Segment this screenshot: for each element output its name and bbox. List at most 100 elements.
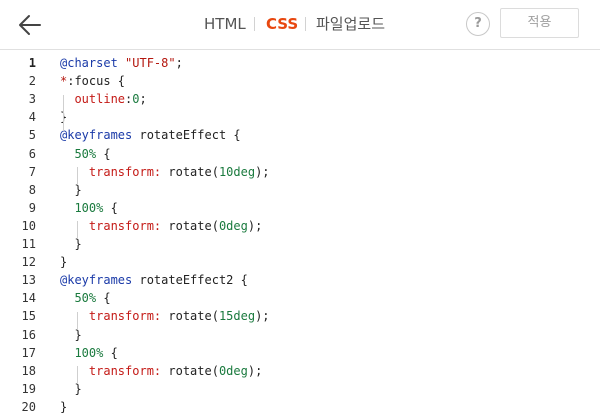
code-token: rotateEffect {: [132, 128, 241, 143]
code-line[interactable]: 15 transform: rotate(15deg);: [0, 307, 600, 325]
back-arrow-icon: [19, 15, 41, 35]
code-token: 0: [132, 92, 140, 107]
code-token: );: [255, 309, 270, 324]
code-token: }: [60, 237, 82, 251]
line-number: 18: [21, 363, 36, 378]
code-text: }: [60, 235, 82, 253]
line-number: 9: [28, 200, 36, 215]
code-line[interactable]: 14 50% {: [0, 289, 600, 307]
code-text: @charset "UTF-8";: [60, 54, 183, 72]
code-line[interactable]: 4}: [0, 108, 600, 126]
code-line[interactable]: 3 outline:0;: [0, 90, 600, 108]
code-text: @keyframes rotateEffect {: [60, 126, 241, 144]
code-line[interactable]: 6 50% {: [0, 145, 600, 163]
code-token: @keyframes: [60, 128, 133, 143]
code-token: transform:: [88, 164, 162, 179]
code-line[interactable]: 2 *:focus {: [0, 72, 600, 90]
code-text: transform: rotate(10deg);: [60, 163, 270, 181]
code-text: 50% {: [60, 145, 111, 163]
code-token: 100%: [74, 200, 104, 215]
tab-html[interactable]: HTML: [204, 15, 246, 33]
back-button[interactable]: [16, 9, 48, 41]
code-text: transform: rotate(0deg);: [60, 362, 262, 380]
code-token: {: [96, 146, 111, 161]
line-number: 2: [28, 74, 36, 89]
code-line[interactable]: 19 }: [0, 380, 600, 398]
code-line[interactable]: 11 }: [0, 235, 600, 253]
code-token: @keyframes: [60, 273, 133, 288]
code-token: transform:: [88, 218, 162, 233]
code-token: 10deg: [218, 164, 256, 179]
code-line[interactable]: 18 transform: rotate(0deg);: [0, 362, 600, 380]
code-line[interactable]: 16 }: [0, 326, 600, 344]
line-number: 1: [28, 56, 36, 70]
code-token: }: [60, 327, 82, 342]
code-text: transform: rotate(15deg);: [60, 307, 270, 325]
apply-button[interactable]: 적용: [500, 8, 579, 38]
code-token: transform:: [88, 363, 162, 378]
help-button[interactable]: ?: [466, 12, 490, 36]
code-token: {: [103, 200, 118, 215]
line-number: 14: [21, 291, 36, 306]
line-number: 13: [21, 273, 36, 288]
indent-guide: [77, 221, 78, 239]
indent-guide: [77, 312, 78, 330]
css-code-editor[interactable]: 1 @charset "UTF-8"; 2 *:focus {3 outline:0;…: [0, 50, 600, 418]
line-number: 16: [21, 327, 36, 342]
code-line[interactable]: 17 100% {: [0, 344, 600, 362]
code-line[interactable]: 8 }: [0, 181, 600, 199]
code-text: }: [60, 398, 67, 416]
line-number: 3: [28, 92, 36, 107]
editor-toolbar: HTML CSS 파일업로드 ? 적용: [0, 0, 600, 50]
code-text: *:focus {: [60, 72, 125, 90]
line-number: 12: [21, 255, 36, 270]
line-number: 5: [28, 128, 36, 143]
code-token: }: [60, 399, 68, 414]
tab-file-upload[interactable]: 파일업로드: [316, 15, 385, 33]
line-number: 17: [21, 345, 36, 360]
code-token: outline: [74, 92, 126, 107]
code-text: 100% {: [60, 344, 117, 362]
code-token: );: [247, 363, 263, 378]
code-token: :focus {: [67, 74, 126, 89]
code-token: 0deg: [218, 218, 248, 233]
tab-divider: [254, 17, 255, 31]
code-text: }: [60, 181, 81, 199]
code-text: @keyframes rotateEffect2 {: [60, 271, 248, 289]
code-token: 100%: [74, 345, 104, 360]
code-token: 15deg: [218, 309, 256, 324]
code-token: "UTF-8": [125, 56, 176, 70]
code-text: 100% {: [60, 199, 118, 217]
code-text: }: [60, 326, 82, 344]
line-number: 11: [21, 237, 36, 251]
code-line[interactable]: 12}: [0, 253, 600, 271]
code-token: ;: [175, 56, 183, 70]
code-token: }: [60, 381, 82, 396]
code-line[interactable]: 5 @keyframes rotateEffect {: [0, 126, 600, 144]
code-line[interactable]: 1 @charset "UTF-8";: [0, 54, 600, 72]
code-token: rotateEffect2 {: [132, 273, 248, 288]
code-token: );: [255, 164, 270, 179]
code-token: {: [96, 291, 111, 306]
line-number: 8: [28, 182, 36, 197]
code-line[interactable]: 20}: [0, 398, 600, 416]
code-text: 50% {: [60, 289, 111, 307]
code-line[interactable]: 10 transform: rotate(0deg);: [0, 217, 600, 235]
code-line[interactable]: 13 @keyframes rotateEffect2 {: [0, 271, 600, 289]
indent-guide: [77, 366, 78, 384]
code-line[interactable]: 7 transform: rotate(10deg);: [0, 163, 600, 181]
code-token: 0deg: [218, 363, 248, 378]
code-text: outline:0;: [60, 90, 146, 108]
line-number: 15: [21, 309, 36, 324]
code-line[interactable]: 9 100% {: [0, 199, 600, 217]
tab-css[interactable]: CSS: [266, 15, 298, 33]
tab-divider: [305, 17, 306, 31]
